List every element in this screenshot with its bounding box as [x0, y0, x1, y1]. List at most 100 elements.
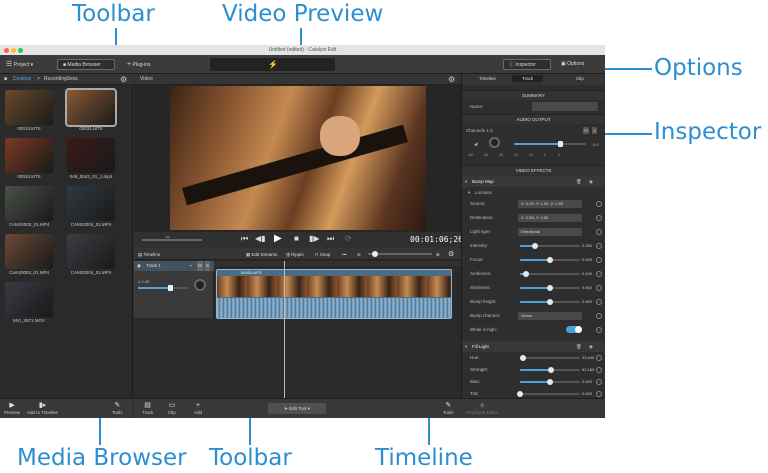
tab-clip[interactable]: Clip — [576, 76, 584, 81]
track-mute-button[interactable]: M — [197, 261, 203, 271]
playhead[interactable] — [284, 261, 285, 398]
timeline-clip[interactable]: 00031.MTS — [216, 269, 452, 319]
parameter-slider-knob[interactable] — [547, 257, 553, 263]
scrubber[interactable] — [142, 239, 202, 241]
reset-parameter-icon[interactable] — [596, 391, 602, 397]
zoom-in-icon[interactable]: ⊕ — [436, 250, 440, 259]
gear-icon[interactable]: ⚙ — [448, 250, 454, 259]
solo-button[interactable]: S — [592, 127, 598, 134]
previous-frame-button[interactable]: ◀▮ — [255, 234, 266, 243]
track-solo-button[interactable]: S — [205, 261, 211, 271]
reset-parameter-icon[interactable] — [596, 229, 602, 235]
reset-parameter-icon[interactable] — [596, 257, 602, 263]
trash-icon[interactable]: 🗑 — [576, 341, 582, 352]
add-menu-button[interactable]: + Add — [194, 401, 202, 415]
preview-button[interactable]: ▶ Preview — [4, 401, 20, 415]
keyframe-editor-button[interactable]: ◈ Keyframe Editor — [466, 401, 498, 415]
parameter-slider[interactable] — [517, 391, 580, 397]
trash-icon[interactable]: 🗑 — [576, 176, 582, 187]
output-volume-knob[interactable] — [558, 141, 563, 147]
parameter-slider[interactable] — [520, 299, 580, 305]
reset-parameter-icon[interactable] — [596, 379, 602, 385]
parameter-slider[interactable] — [520, 257, 580, 263]
zoom-out-icon[interactable]: ⊖ — [357, 250, 361, 259]
parameter-slider[interactable] — [520, 285, 580, 291]
minimize-window-button[interactable] — [11, 48, 16, 53]
tab-track[interactable]: Track — [512, 75, 544, 82]
media-tools-button[interactable]: ✎ Tools — [112, 401, 123, 415]
parameter-slider-knob[interactable] — [547, 285, 553, 291]
path-folder-link[interactable]: RecordingSess — [44, 74, 78, 85]
media-item-thumbnail[interactable] — [65, 88, 117, 127]
pan-knob[interactable] — [489, 137, 500, 148]
go-to-end-button[interactable]: ⏭ — [327, 234, 334, 244]
parameter-slider-knob[interactable] — [523, 271, 529, 277]
parameter-slider-knob[interactable] — [520, 355, 526, 361]
expand-arrow-icon[interactable]: ▾ — [465, 341, 467, 352]
zoom-slider[interactable] — [368, 251, 432, 257]
parameter-slider-knob[interactable] — [548, 367, 555, 373]
reset-parameter-icon[interactable] — [596, 243, 602, 249]
options-button[interactable]: ▣ Options — [561, 59, 584, 70]
edit-streams-button[interactable]: ▦ Edit Streams — [246, 250, 277, 259]
media-item-thumbnail[interactable] — [67, 138, 115, 173]
project-menu-button[interactable]: ☰ Project ▾ — [6, 59, 33, 70]
media-item-thumbnail[interactable] — [5, 234, 53, 269]
parameter-field[interactable]: Green — [518, 312, 582, 320]
parameter-slider[interactable] — [520, 271, 580, 277]
white-is-high-toggle[interactable] — [566, 326, 582, 333]
parameter-slider[interactable] — [520, 355, 580, 361]
snap-button[interactable]: ⊓ Snap — [315, 250, 330, 259]
parameter-slider-knob[interactable] — [532, 243, 538, 249]
reset-parameter-icon[interactable] — [596, 313, 602, 319]
track-menu-button[interactable]: ▤ Track — [142, 401, 153, 415]
add-to-timeline-button[interactable]: ▮▸ Add to Timeline — [27, 401, 58, 415]
media-item-thumbnail[interactable] — [5, 282, 53, 317]
mute-button[interactable]: M — [583, 127, 589, 134]
parameter-slider-knob[interactable] — [547, 379, 553, 385]
plugins-button[interactable]: + Plug-ins — [127, 59, 151, 70]
name-input[interactable] — [532, 102, 598, 111]
parameter-slider[interactable] — [520, 367, 580, 373]
track-volume-knob[interactable] — [168, 285, 173, 291]
tab-timeline[interactable]: Timeline — [479, 76, 496, 81]
track-pan-knob[interactable] — [194, 279, 206, 291]
zoom-slider-knob[interactable] — [372, 251, 378, 257]
zoom-window-button[interactable] — [18, 48, 23, 53]
parameter-slider[interactable] — [520, 379, 580, 385]
loop-icon[interactable]: ⇔ — [164, 234, 171, 241]
reset-parameter-icon[interactable] — [596, 355, 602, 361]
reset-parameter-icon[interactable] — [596, 367, 602, 373]
path-desktop-link[interactable]: Desktop — [13, 74, 31, 85]
reset-parameter-icon[interactable] — [596, 215, 602, 221]
output-volume-slider[interactable] — [514, 141, 586, 147]
media-item-thumbnail[interactable] — [67, 186, 115, 221]
media-item-thumbnail[interactable] — [5, 186, 53, 221]
expand-arrow-icon[interactable]: ▾ — [465, 176, 467, 187]
gear-icon[interactable]: ⚙ — [120, 74, 127, 85]
media-browser-button[interactable]: ■ Media Browser — [57, 59, 115, 70]
ripple-button[interactable]: ⇶ Ripple — [286, 250, 304, 259]
parameter-field[interactable]: Directional — [518, 228, 582, 236]
next-frame-button[interactable]: ▮▶ — [309, 234, 320, 243]
inspector-button[interactable]: ⓘ Inspector — [503, 59, 551, 70]
eye-icon[interactable]: ◉ — [589, 176, 593, 187]
edit-tool-selector[interactable]: ➤ Edit Tool ▾ — [268, 403, 326, 414]
parameter-slider-knob[interactable] — [547, 299, 553, 305]
media-item-thumbnail[interactable] — [5, 138, 53, 173]
close-window-button[interactable] — [4, 48, 9, 53]
expand-arrow-icon[interactable]: ▾ — [468, 187, 470, 198]
track-lock-icon[interactable]: ▪ — [190, 261, 192, 271]
reset-parameter-icon[interactable] — [596, 285, 602, 291]
gear-icon[interactable]: ⚙ — [448, 74, 455, 85]
eye-icon[interactable]: ◉ — [137, 261, 141, 271]
speaker-icon[interactable]: ◢ — [474, 138, 477, 149]
stop-button[interactable]: ■ — [294, 234, 299, 243]
more-icon[interactable]: ••• — [342, 250, 347, 259]
loop-playback-icon[interactable]: ⟳ — [345, 234, 352, 243]
reset-parameter-icon[interactable] — [596, 327, 602, 333]
inspector-tools-button[interactable]: ✎ Tools — [443, 401, 454, 415]
track-volume-slider[interactable] — [138, 285, 188, 291]
eye-icon[interactable]: ◉ — [589, 341, 593, 352]
play-button[interactable]: ▶ — [274, 233, 282, 244]
